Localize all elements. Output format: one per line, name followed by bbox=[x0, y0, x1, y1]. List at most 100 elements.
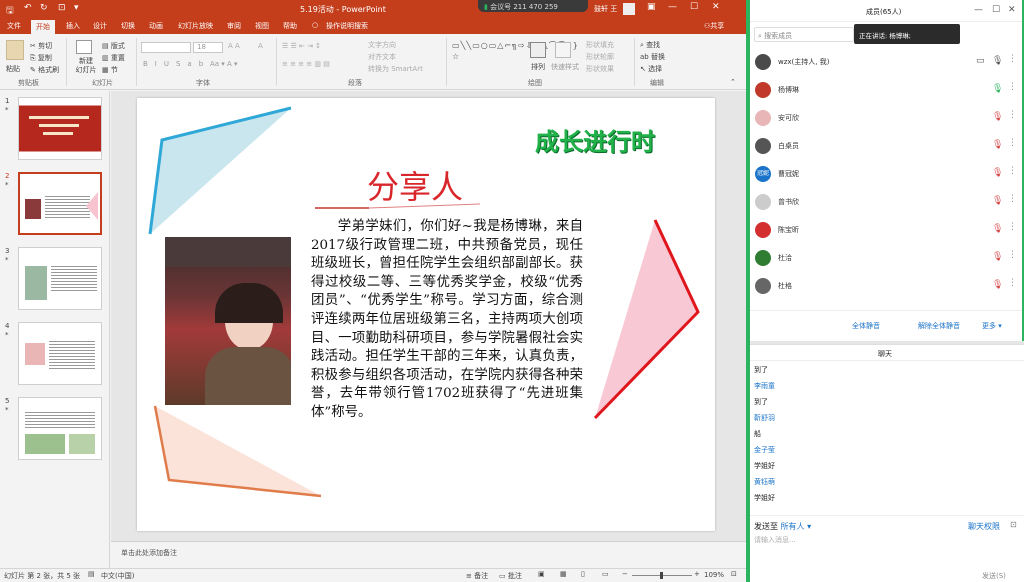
microphone-icon[interactable]: 🎙 bbox=[992, 56, 1003, 66]
member-row[interactable]: 冠妮 曹冠妮 🎙 ⋮ bbox=[750, 160, 1020, 188]
reading-view-icon[interactable]: ▯ bbox=[581, 570, 585, 578]
notes-button[interactable]: ≡ 备注 bbox=[466, 571, 488, 581]
tab-home[interactable]: 开始 bbox=[31, 20, 55, 34]
tell-me-search[interactable]: 操作说明搜索 bbox=[326, 21, 368, 31]
paste-icon[interactable] bbox=[6, 40, 24, 60]
tab-insert[interactable]: 插入 bbox=[66, 21, 80, 31]
member-row[interactable]: 杨博琳 🎙 ⋮ bbox=[750, 76, 1020, 104]
chat-input[interactable]: 请输入消息... bbox=[754, 535, 796, 545]
member-row[interactable]: 白桌员 🎙 ⋮ bbox=[750, 132, 1020, 160]
member-options-icon[interactable]: ⋮ bbox=[1008, 138, 1017, 148]
microphone-icon[interactable]: 🎙 bbox=[992, 168, 1003, 178]
normal-view-icon[interactable]: ▣ bbox=[538, 570, 545, 578]
zoom-level[interactable]: 109% bbox=[704, 571, 724, 579]
language-indicator[interactable]: 中文(中国) bbox=[101, 571, 134, 581]
tab-animations[interactable]: 动画 bbox=[149, 21, 163, 31]
zoom-out-icon[interactable]: − bbox=[622, 570, 628, 578]
member-row[interactable]: 安可欣 🎙 ⋮ bbox=[750, 104, 1020, 132]
ribbon-display-icon[interactable]: ▣ bbox=[647, 2, 656, 12]
collapse-ribbon-icon[interactable]: ⌃ bbox=[730, 78, 736, 86]
tab-transitions[interactable]: 切换 bbox=[121, 21, 135, 31]
arrange-button[interactable]: 排列 bbox=[531, 62, 545, 72]
member-options-icon[interactable]: ⋮ bbox=[1008, 194, 1017, 204]
paste-button[interactable]: 粘贴 bbox=[6, 64, 20, 74]
slide-thumbnail-4[interactable] bbox=[18, 322, 102, 385]
tab-view[interactable]: 视图 bbox=[255, 21, 269, 31]
speaker-introduction[interactable]: 学弟学妹们，你们好~我是杨博琳，来自2017级行政管理二班，中共预备党员，现任班… bbox=[311, 218, 583, 423]
mute-all-button[interactable]: 全体静音 bbox=[852, 321, 880, 331]
find-button[interactable]: ⌕ 查找 bbox=[640, 40, 660, 50]
quick-styles-icon[interactable] bbox=[555, 42, 571, 58]
font-style-buttons[interactable]: BIUSab bbox=[143, 60, 210, 68]
screen-share-icon[interactable]: ▭ bbox=[976, 56, 985, 66]
new-slide-button[interactable]: 新建 幻灯片 bbox=[72, 57, 100, 75]
member-row[interactable]: 杜洽 🎙 ⋮ bbox=[750, 244, 1020, 272]
send-button[interactable]: 发送(S) bbox=[982, 571, 1006, 581]
slide-thumbnail-5[interactable] bbox=[18, 397, 102, 460]
minimize-icon[interactable]: — bbox=[668, 2, 677, 12]
slide-sorter-icon[interactable]: ▦ bbox=[560, 570, 567, 578]
current-slide[interactable]: 成长进行时 分享人 学弟学妹们，你们好~我是杨博琳，来自2017级行政管理二班，… bbox=[137, 98, 715, 531]
member-row[interactable]: 曾书欣 🎙 ⋮ bbox=[750, 188, 1020, 216]
notes-pane[interactable]: 单击此处添加备注 bbox=[111, 541, 746, 568]
tab-design[interactable]: 设计 bbox=[93, 21, 107, 31]
slide-thumbnail-2[interactable] bbox=[18, 172, 102, 235]
member-options-icon[interactable]: ⋮ bbox=[1008, 250, 1017, 260]
section-button[interactable]: ▦ 节 bbox=[102, 65, 118, 75]
shapes-gallery[interactable]: ▭╲╲▭○▭△⌐╗⇨⇩☆△⌒⌒{}☆ bbox=[452, 40, 578, 72]
member-options-icon[interactable]: ⋮ bbox=[1008, 166, 1017, 176]
member-options-icon[interactable]: ⋮ bbox=[1008, 278, 1017, 288]
align-text-button[interactable]: 对齐文本 bbox=[368, 52, 396, 62]
microphone-icon[interactable]: 🎙 bbox=[992, 84, 1003, 94]
share-button[interactable]: ⚇共享 bbox=[704, 21, 724, 31]
save-icon[interactable]: 🖫 bbox=[6, 3, 14, 19]
member-options-icon[interactable]: ⋮ bbox=[1008, 54, 1017, 64]
clear-format-icon[interactable]: A bbox=[258, 42, 263, 50]
microphone-icon[interactable]: 🎙 bbox=[992, 196, 1003, 206]
tab-slideshow[interactable]: 幻灯片放映 bbox=[178, 21, 213, 31]
shape-effects-button[interactable]: 形状效果 bbox=[586, 64, 614, 74]
member-options-icon[interactable]: ⋮ bbox=[1008, 110, 1017, 120]
member-row[interactable]: wzx(主持人, 我) ▭ 🎙 ⋮ bbox=[750, 48, 1020, 76]
smartart-button[interactable]: 转换为 SmartArt bbox=[368, 64, 423, 74]
slide-thumbnail-3[interactable] bbox=[18, 247, 102, 310]
font-size-select[interactable]: 18 bbox=[193, 42, 223, 53]
microphone-icon[interactable]: 🎙 bbox=[992, 224, 1003, 234]
zoom-in-icon[interactable]: + bbox=[694, 570, 700, 578]
more-button[interactable]: 更多 ▾ bbox=[982, 321, 1002, 331]
font-grow-icon[interactable]: A A bbox=[228, 42, 240, 50]
maximize-icon[interactable]: ☐ bbox=[992, 5, 1000, 15]
microphone-icon[interactable]: 🎙 bbox=[992, 280, 1003, 290]
screenshot-icon[interactable]: ⊡ bbox=[1010, 520, 1017, 529]
minimize-icon[interactable]: — bbox=[974, 5, 983, 15]
new-slide-icon[interactable] bbox=[76, 40, 92, 54]
undo-icon[interactable]: ↶ bbox=[24, 3, 32, 13]
align-buttons[interactable]: ≡ ≡ ≡ ≡ ▥ ▤ bbox=[282, 60, 330, 68]
select-button[interactable]: ↖ 选择 bbox=[640, 64, 662, 74]
tab-file[interactable]: 文件 bbox=[7, 21, 21, 31]
slideshow-icon[interactable]: ▭ bbox=[602, 570, 609, 578]
comments-button[interactable]: ▭ 批注 bbox=[499, 571, 522, 581]
member-options-icon[interactable]: ⋮ bbox=[1008, 222, 1017, 232]
format-painter-button[interactable]: ✎ 格式刷 bbox=[30, 65, 59, 75]
list-buttons[interactable]: ☰ ☰ ⇤ ⇥ ↕ bbox=[282, 42, 321, 50]
layout-button[interactable]: ▤ 版式 bbox=[102, 41, 125, 51]
send-to-selector[interactable]: 发送至 所有人 ▾ bbox=[754, 521, 811, 532]
unmute-all-button[interactable]: 解除全体静音 bbox=[918, 321, 960, 331]
replace-button[interactable]: ab 替换 bbox=[640, 52, 665, 62]
zoom-slider[interactable] bbox=[632, 572, 692, 579]
zoom-slider-thumb[interactable] bbox=[660, 572, 663, 579]
maximize-icon[interactable]: ☐ bbox=[690, 2, 698, 12]
member-search-input[interactable]: ⌕ 搜索成员 bbox=[754, 27, 854, 42]
close-icon[interactable]: ✕ bbox=[712, 2, 720, 12]
microphone-icon[interactable]: 🎙 bbox=[992, 140, 1003, 150]
quick-styles-button[interactable]: 快速样式 bbox=[551, 62, 579, 72]
fit-slide-icon[interactable]: ⊡ bbox=[731, 570, 737, 578]
tab-review[interactable]: 审阅 bbox=[227, 21, 241, 31]
member-options-icon[interactable]: ⋮ bbox=[1008, 82, 1017, 92]
cut-button[interactable]: ✂ 剪切 bbox=[30, 41, 52, 51]
shape-outline-button[interactable]: 形状轮廓 bbox=[586, 52, 614, 62]
slide-thumbnail-1[interactable] bbox=[18, 97, 102, 160]
microphone-icon[interactable]: 🎙 bbox=[992, 252, 1003, 262]
close-icon[interactable]: ✕ bbox=[1008, 5, 1016, 15]
